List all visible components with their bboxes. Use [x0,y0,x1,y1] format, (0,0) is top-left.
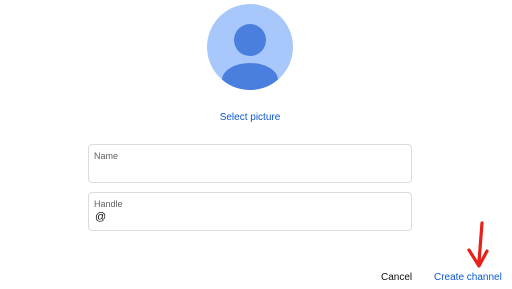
handle-field-label: Handle [94,199,123,209]
channel-avatar[interactable] [207,4,293,90]
select-picture-link[interactable]: Select picture [0,112,500,123]
red-arrow-icon [465,220,495,277]
handle-input[interactable] [107,212,397,226]
name-field-label: Name [94,151,119,161]
name-input[interactable] [94,164,394,178]
handle-prefix: @ [95,211,107,223]
handle-field[interactable]: Handle @ [88,192,412,231]
person-icon [222,24,278,90]
cancel-button[interactable]: Cancel [381,272,412,283]
create-channel-button[interactable]: Create channel [434,272,502,283]
name-field[interactable]: Name [88,144,412,183]
